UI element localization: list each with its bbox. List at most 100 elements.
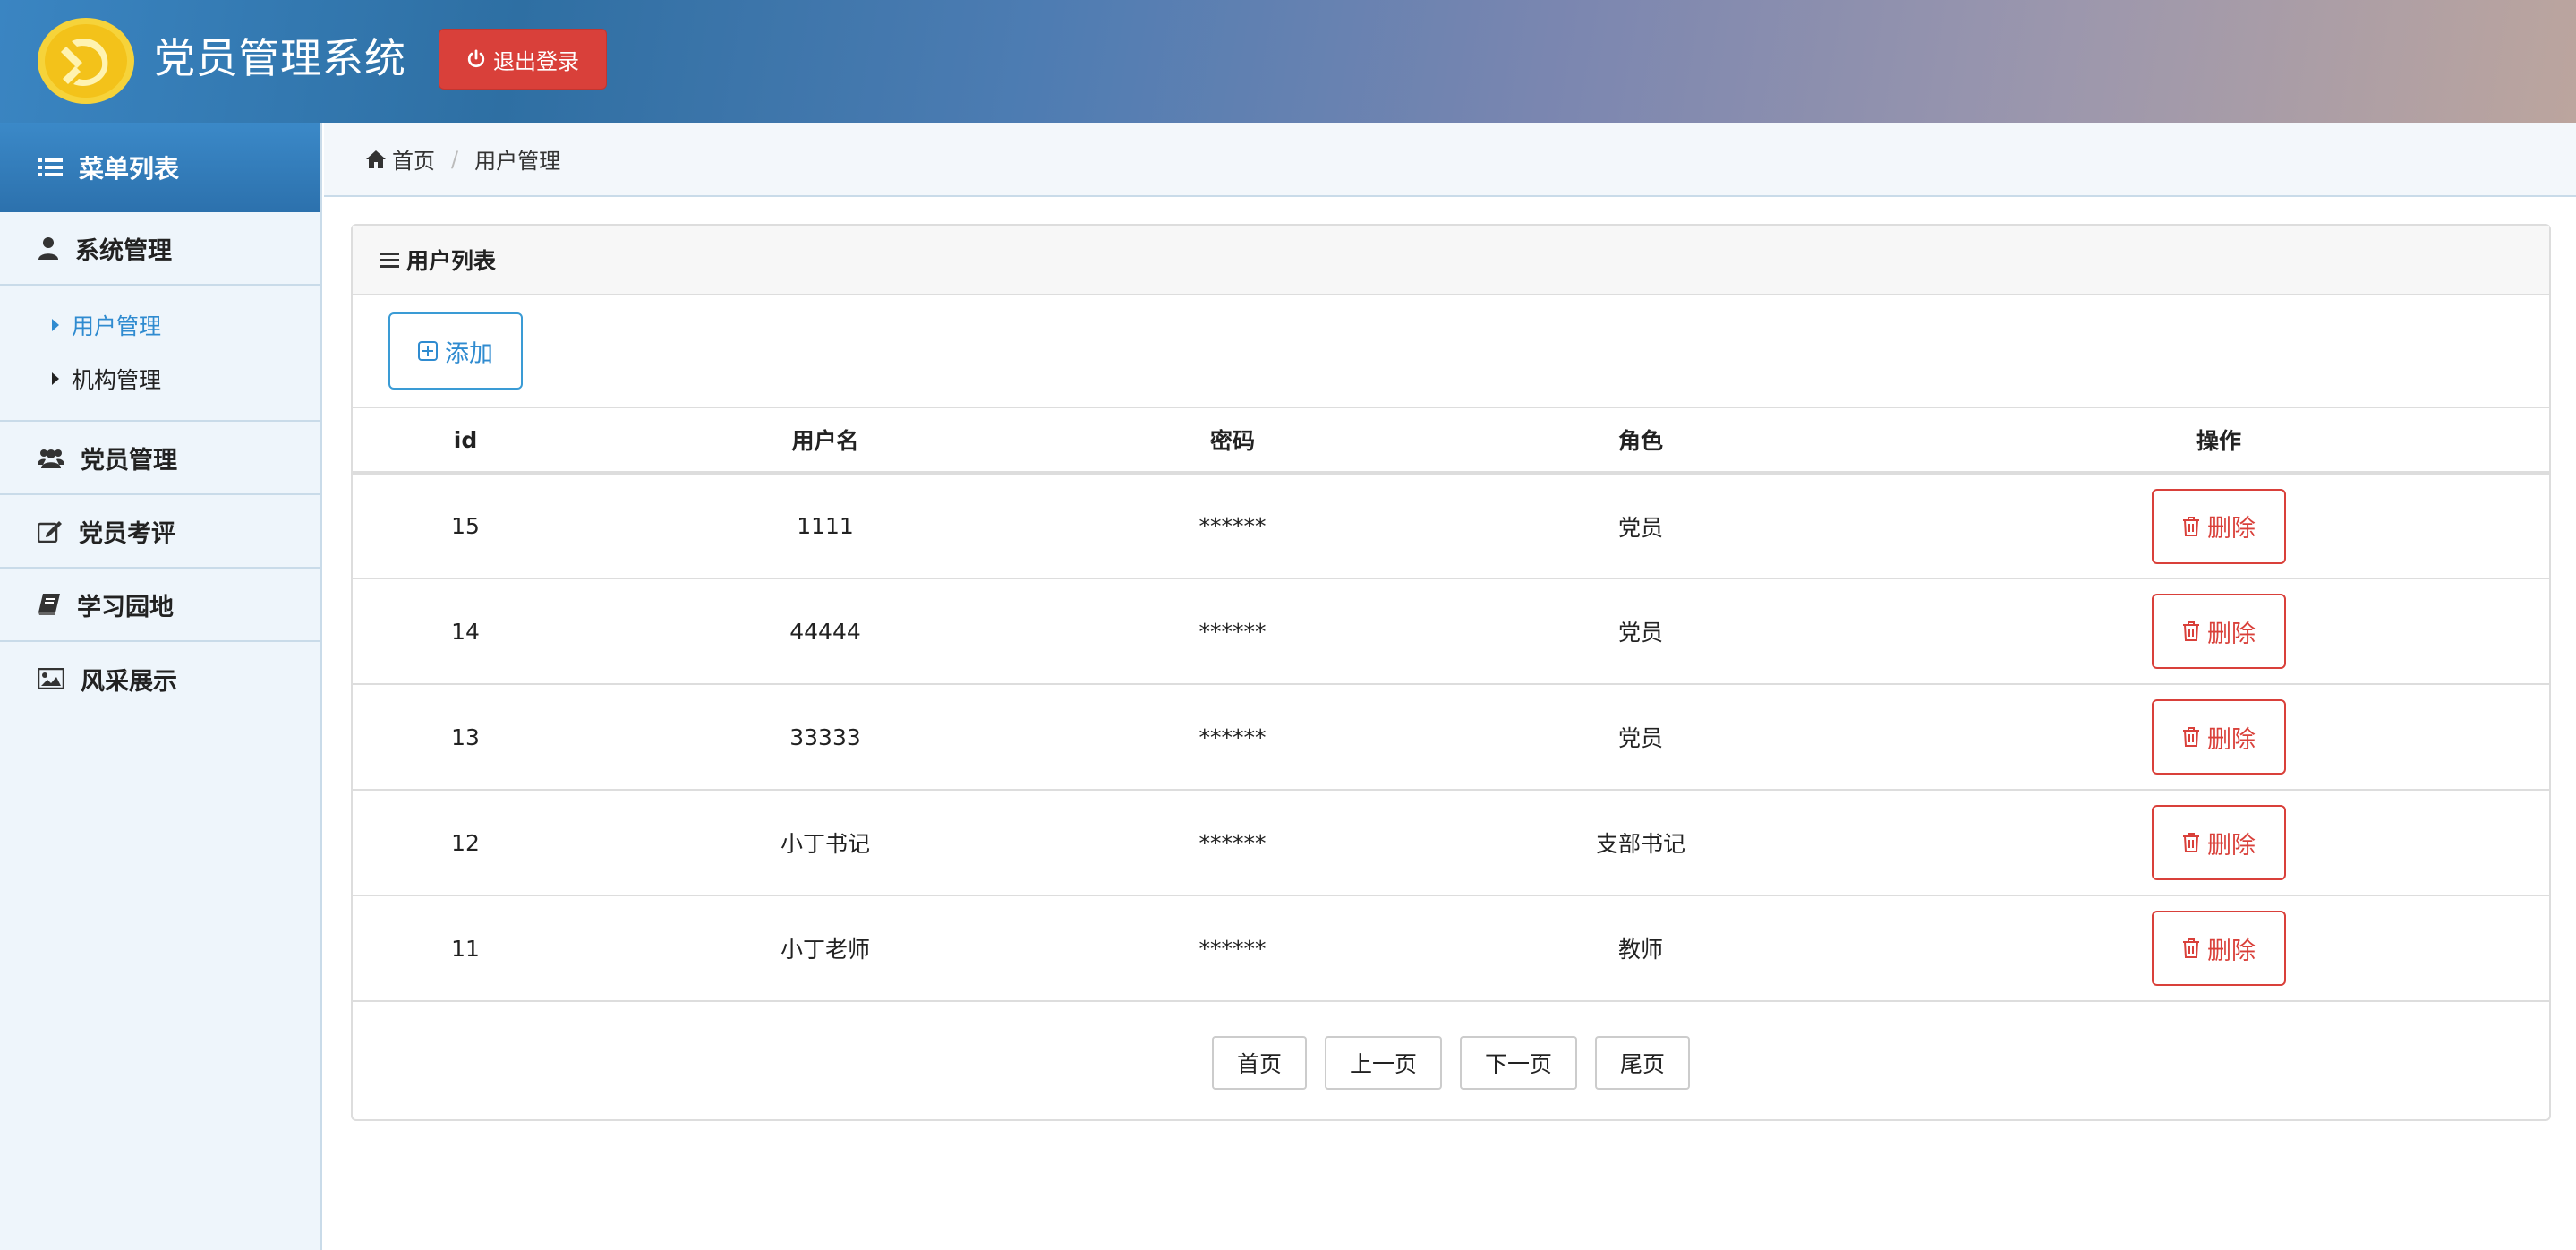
delete-button-label: 删除 <box>2207 831 2256 860</box>
add-button[interactable]: 添加 <box>388 312 523 390</box>
prev-page-button[interactable]: 上一页 <box>1324 1036 1442 1090</box>
table-header-row: id 用户名 密码 角色 操作 <box>353 408 2549 475</box>
cell-action: 删除 <box>1889 684 2549 791</box>
cell-password: ****** <box>1072 578 1393 685</box>
cell-username: 1111 <box>578 473 1072 579</box>
delete-button[interactable]: 删除 <box>2152 911 2286 986</box>
column-header-username: 用户名 <box>578 408 1072 475</box>
breadcrumb-home[interactable]: 首页 <box>392 143 435 175</box>
cell-id: 12 <box>353 790 578 896</box>
table-row: 15 1111 ****** 党员 删除 <box>353 473 2549 579</box>
cell-role: 支部书记 <box>1393 790 1889 896</box>
trash-icon <box>2183 938 2199 958</box>
user-icon <box>38 237 58 260</box>
trash-icon <box>2183 727 2199 747</box>
sidebar-heading-label: 菜单列表 <box>79 154 180 184</box>
top-header: 党员管理系统 退出登录 <box>0 0 2576 123</box>
cell-username: 小丁老师 <box>578 895 1072 1002</box>
app-title: 党员管理系统 <box>154 34 406 82</box>
sidebar-item-label: 系统管理 <box>75 236 172 265</box>
list-icon <box>38 158 63 176</box>
sidebar-item-study[interactable]: 学习园地 <box>0 569 320 642</box>
delete-button[interactable]: 删除 <box>2152 805 2286 880</box>
cell-id: 15 <box>353 473 578 579</box>
delete-button[interactable]: 删除 <box>2152 594 2286 669</box>
cell-action: 删除 <box>1889 790 2549 896</box>
caret-right-icon <box>52 372 59 385</box>
trash-icon <box>2183 516 2199 536</box>
user-table: id 用户名 密码 角色 操作 15 1111 ****** 党员 删除 14 … <box>353 408 2549 1002</box>
cell-username: 小丁书记 <box>578 790 1072 896</box>
cell-id: 13 <box>353 684 578 791</box>
cell-role: 党员 <box>1393 578 1889 685</box>
book-icon <box>38 594 60 615</box>
panel-header: 用户列表 <box>353 226 2549 295</box>
logout-label: 退出登录 <box>493 48 579 74</box>
delete-button-label: 删除 <box>2207 937 2256 965</box>
delete-button-label: 删除 <box>2207 725 2256 754</box>
add-button-label: 添加 <box>445 339 493 368</box>
pagination: 首页 上一页 下一页 尾页 <box>353 1002 2549 1124</box>
home-icon <box>366 150 386 168</box>
sidebar-item-label: 学习园地 <box>77 593 174 621</box>
cell-id: 14 <box>353 578 578 685</box>
image-icon <box>38 668 64 689</box>
table-row: 12 小丁书记 ****** 支部书记 删除 <box>353 790 2549 896</box>
last-page-button[interactable]: 尾页 <box>1595 1036 1691 1090</box>
trash-icon <box>2183 621 2199 641</box>
bars-icon <box>380 253 399 268</box>
sidebar-item-label: 风采展示 <box>81 667 177 696</box>
table-row: 11 小丁老师 ****** 教师 删除 <box>353 895 2549 1002</box>
submenu-item-user-management[interactable]: 用户管理 <box>0 298 320 352</box>
cell-action: 删除 <box>1889 578 2549 685</box>
table-row: 14 44444 ****** 党员 删除 <box>353 578 2549 685</box>
delete-button-label: 删除 <box>2207 620 2256 648</box>
sidebar: 菜单列表 系统管理 用户管理 机构管理 党员管理 党员考评 学习园地 风采展示 <box>0 123 322 1250</box>
first-page-button[interactable]: 首页 <box>1211 1036 1307 1090</box>
delete-button[interactable]: 删除 <box>2152 699 2286 775</box>
power-icon <box>467 49 485 68</box>
panel-title: 用户列表 <box>406 248 497 274</box>
sidebar-item-member[interactable]: 党员管理 <box>0 422 320 495</box>
cell-action: 删除 <box>1889 895 2549 1002</box>
delete-button[interactable]: 删除 <box>2152 488 2286 564</box>
edit-icon <box>38 521 62 543</box>
table-row: 13 33333 ****** 党员 删除 <box>353 684 2549 791</box>
cell-id: 11 <box>353 895 578 1002</box>
cell-password: ****** <box>1072 473 1393 579</box>
submenu-item-org-management[interactable]: 机构管理 <box>0 352 320 406</box>
sidebar-item-system[interactable]: 系统管理 <box>0 212 320 286</box>
column-header-password: 密码 <box>1072 408 1393 475</box>
next-page-button[interactable]: 下一页 <box>1460 1036 1578 1090</box>
cell-role: 党员 <box>1393 473 1889 579</box>
cell-password: ****** <box>1072 684 1393 791</box>
column-header-id: id <box>353 408 578 475</box>
cell-password: ****** <box>1072 790 1393 896</box>
cell-action: 删除 <box>1889 473 2549 579</box>
sidebar-item-label: 党员管理 <box>81 446 177 475</box>
sidebar-item-label: 党员考评 <box>79 519 175 548</box>
plus-square-icon <box>418 341 438 361</box>
caret-right-icon <box>52 319 59 331</box>
trash-icon <box>2183 833 2199 852</box>
breadcrumb-separator: / <box>451 146 459 172</box>
sidebar-item-gallery[interactable]: 风采展示 <box>0 642 320 715</box>
breadcrumb-current: 用户管理 <box>474 149 561 174</box>
cell-role: 党员 <box>1393 684 1889 791</box>
panel-toolbar: 添加 <box>353 295 2549 408</box>
sidebar-heading: 菜单列表 <box>0 123 320 212</box>
sidebar-item-evaluation[interactable]: 党员考评 <box>0 495 320 569</box>
cell-username: 33333 <box>578 684 1072 791</box>
submenu-item-label: 用户管理 <box>72 313 162 339</box>
cell-password: ****** <box>1072 895 1393 1002</box>
column-header-action: 操作 <box>1889 408 2549 475</box>
delete-button-label: 删除 <box>2207 515 2256 543</box>
cell-role: 教师 <box>1393 895 1889 1002</box>
breadcrumb: 首页 / 用户管理 <box>324 123 2576 197</box>
cell-username: 44444 <box>578 578 1072 685</box>
column-header-role: 角色 <box>1393 408 1889 475</box>
users-icon <box>38 449 64 468</box>
party-emblem-icon <box>38 18 134 104</box>
user-list-panel: 用户列表 添加 id 用户名 密码 角色 操作 15 1111 ****** 党… <box>351 224 2551 1121</box>
logout-button[interactable]: 退出登录 <box>439 29 607 90</box>
